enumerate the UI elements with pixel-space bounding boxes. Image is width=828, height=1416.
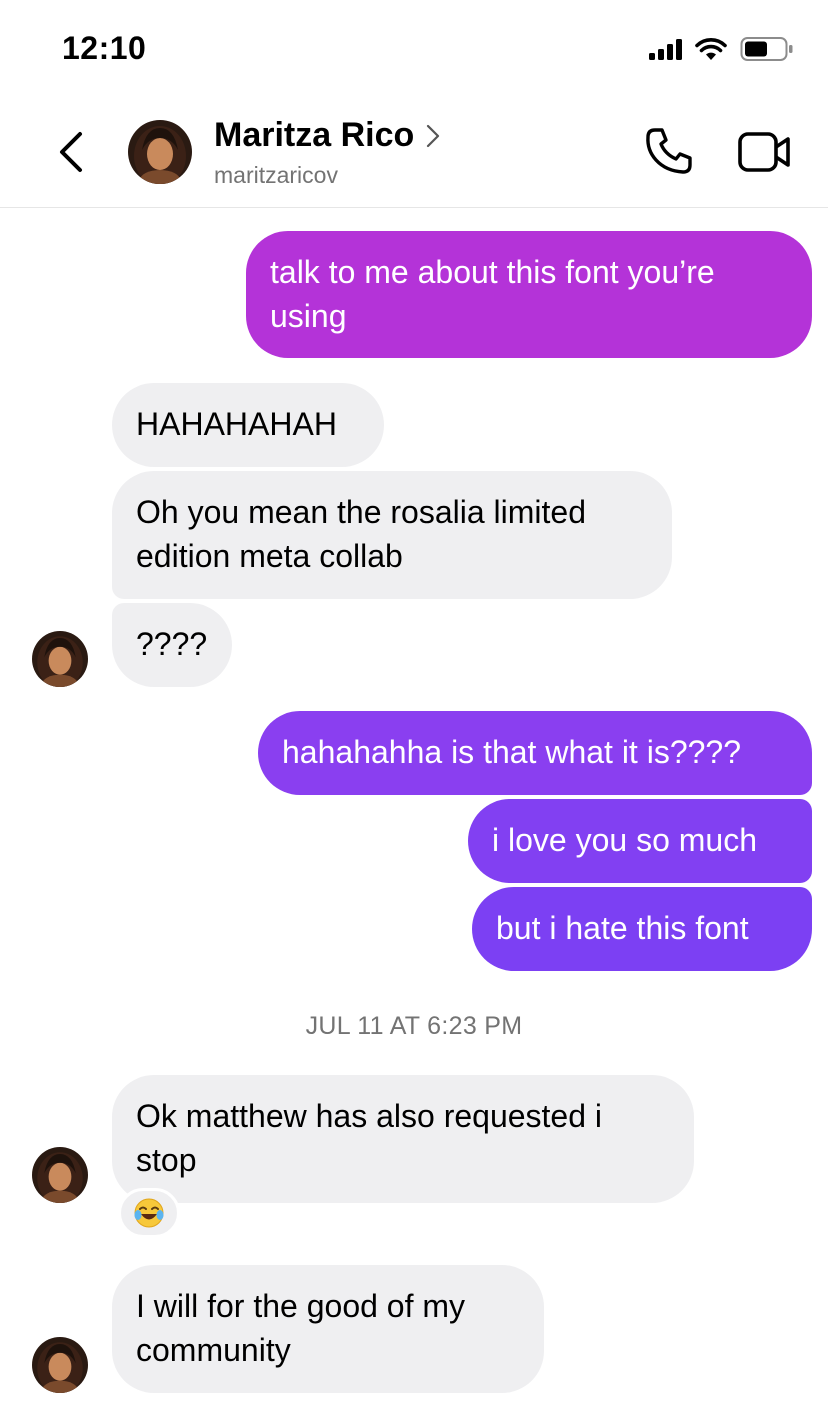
cellular-signal-icon [649,38,682,60]
message-bubble-incoming[interactable]: Ok matthew has also requested i stop [112,1075,694,1203]
message-bubble-incoming[interactable]: ???? [112,603,232,687]
message-timestamp: JUL 11 AT 6:23 PM [305,1012,523,1040]
video-call-button[interactable] [738,130,792,174]
message-text: hahahahha is that what it is???? [282,734,741,770]
status-time: 12:10 [62,30,147,66]
avatar[interactable] [32,1337,88,1393]
message-text: HAHAHAHAH [136,406,337,442]
wifi-icon [695,38,727,60]
chevron-left-icon [60,132,82,172]
chat-header: Maritza Rico maritzaricov [0,96,828,208]
message-text: I will for the good of my community [136,1288,466,1368]
message-bubble-outgoing[interactable]: i love you so much [468,799,812,883]
message-text: ???? [136,626,208,662]
contact-name[interactable]: Maritza Rico [214,116,440,155]
message-text: Oh you mean the rosalia limited edition … [136,494,586,574]
message-bubble-incoming[interactable]: Oh you mean the rosalia limited edition … [112,471,672,599]
phone-icon [646,128,692,174]
back-button[interactable] [52,128,92,176]
message-text: talk to me about this font you’re using [270,254,715,334]
message-bubble-incoming[interactable]: I will for the good of my community [112,1265,544,1393]
message-text: but i hate this font [496,910,749,946]
message-bubble-incoming[interactable]: HAHAHAHAH [112,383,384,467]
message-bubble-outgoing[interactable]: talk to me about this font you’re using [246,231,812,358]
message-text: i love you so much [492,822,758,858]
status-icons [649,36,794,62]
message-bubble-outgoing[interactable]: but i hate this font [472,887,812,971]
contact-name-label: Maritza Rico [214,116,415,154]
avatar[interactable] [128,120,192,184]
message-text: Ok matthew has also requested i stop [136,1098,603,1178]
chevron-right-icon [427,124,440,147]
status-bar: 12:10 [0,0,828,96]
face-with-tears-of-joy-icon [134,1198,164,1228]
contact-username: maritzaricov [214,162,338,188]
reaction-badge[interactable] [118,1188,180,1238]
avatar[interactable] [32,1147,88,1203]
battery-icon [740,37,793,61]
message-bubble-outgoing[interactable]: hahahahha is that what it is???? [258,711,812,795]
audio-call-button[interactable] [644,126,694,176]
video-camera-icon [738,132,790,172]
avatar[interactable] [32,631,88,687]
